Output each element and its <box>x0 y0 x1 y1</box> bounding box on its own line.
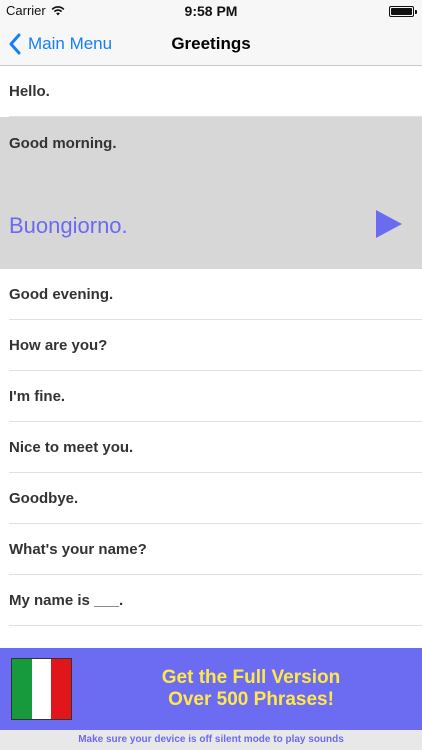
list-item[interactable]: Good evening. <box>0 269 422 320</box>
back-button-label: Main Menu <box>28 34 113 53</box>
list-item[interactable]: I'm fine. <box>0 371 422 422</box>
phrase-label: I'm fine. <box>9 388 66 405</box>
list-item[interactable]: How are you? <box>0 320 422 371</box>
chevron-left-icon <box>9 33 21 55</box>
list-item[interactable]: Hello. <box>0 66 422 117</box>
italian-flag-icon <box>11 658 72 720</box>
list-item[interactable]: Nice to meet you. <box>0 422 422 473</box>
banner-text: Get the Full Version Over 500 Phrases! <box>80 667 422 711</box>
list-item[interactable]: What's your name? <box>0 524 422 575</box>
banner-line-2: Over 500 Phrases! <box>168 689 334 710</box>
back-button[interactable]: Main Menu <box>8 22 112 66</box>
list-item[interactable]: My name is ___. <box>0 575 422 626</box>
upgrade-banner[interactable]: Get the Full Version Over 500 Phrases! <box>0 648 422 730</box>
translation-text: Buongiorno. <box>9 213 128 238</box>
silent-mode-notice: Make sure your device is off silent mode… <box>78 734 344 745</box>
phrase-label: Nice to meet you. <box>9 439 134 456</box>
status-time: 9:58 PM <box>184 3 238 19</box>
list-item[interactable]: Goodbye. <box>0 473 422 524</box>
battery-icon <box>389 6 417 17</box>
navigation-bar: Main Menu Greetings <box>0 22 422 66</box>
banner-line-1: Get the Full Version <box>161 667 341 688</box>
status-bar: Carrier 9:58 PM <box>0 0 422 22</box>
phrase-label: My name is ___. <box>9 592 124 609</box>
phrase-label: Good morning. <box>9 135 117 152</box>
play-icon[interactable] <box>376 210 402 238</box>
phrase-label: Hello. <box>9 83 50 100</box>
phrase-list: Hello. Good morning. Buongiorno. Good ev… <box>0 66 422 648</box>
list-item-expanded[interactable]: Good morning. Buongiorno. <box>0 117 422 269</box>
phrase-label: Good evening. <box>9 286 114 303</box>
footer: Make sure your device is off silent mode… <box>0 730 422 750</box>
phrase-label: Goodbye. <box>9 490 79 507</box>
phrase-label: How are you? <box>9 337 108 354</box>
phrase-label: What's your name? <box>9 541 147 558</box>
